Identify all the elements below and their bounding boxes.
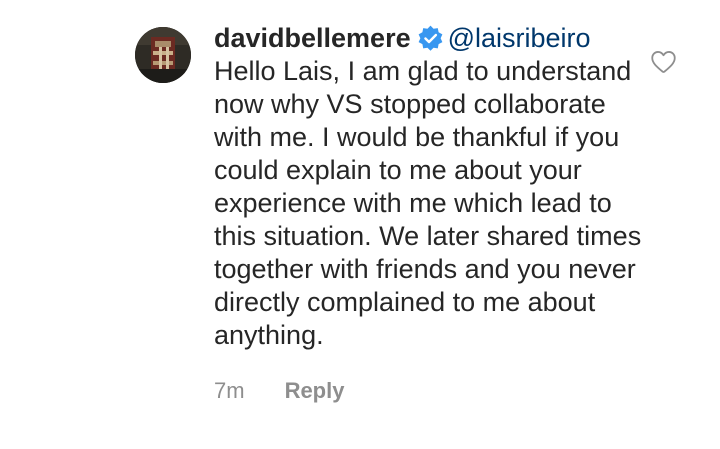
avatar[interactable] [135, 27, 191, 83]
timestamp[interactable]: 7m [214, 378, 245, 404]
mention-link[interactable]: @laisribeiro [448, 23, 591, 53]
comment-text: Hello Lais, I am glad to understand now … [214, 56, 642, 350]
verified-badge-icon [417, 25, 444, 52]
comment: davidbellemere @laisribeiro Hello Lais, I… [0, 0, 720, 449]
reply-button[interactable]: Reply [285, 378, 345, 404]
heart-icon[interactable] [650, 49, 677, 74]
comment-text-block: davidbellemere @laisribeiro Hello Lais, I… [214, 22, 644, 352]
username-link[interactable]: davidbellemere [214, 23, 411, 53]
comment-body: davidbellemere @laisribeiro Hello Lais, I… [214, 22, 644, 404]
comment-footer: 7m Reply [214, 378, 644, 404]
